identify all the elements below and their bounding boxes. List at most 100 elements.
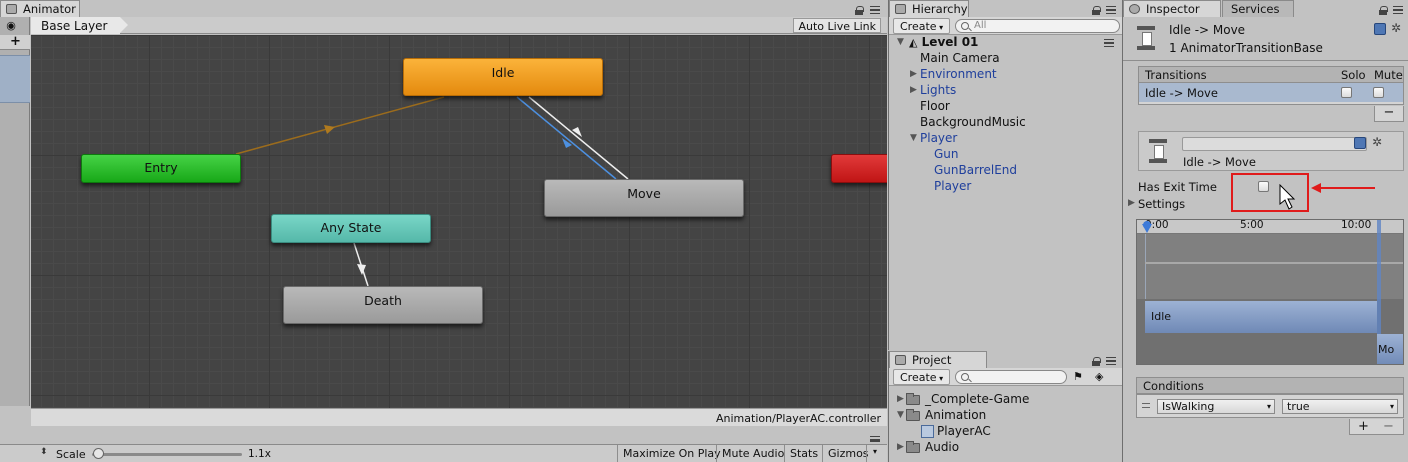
expand-arrow-icon[interactable]: ▶ [897,394,904,404]
lock-icon[interactable] [1379,6,1388,15]
mute-audio-button[interactable]: Mute Audio [716,445,789,462]
transition-curve [1145,262,1403,264]
drag-handle-icon[interactable] [1142,403,1150,408]
create-button[interactable]: Create [893,369,951,385]
hierarchy-item[interactable]: ▶ Environment [910,67,997,83]
scene-row[interactable]: ▼ ◭ Level 01 [897,35,979,51]
project-item[interactable]: ▶ Audio [897,440,959,456]
state-node-idle[interactable]: Idle [403,58,603,96]
tab-inspector[interactable]: Inspector [1123,0,1221,17]
maximize-on-play-button[interactable]: Maximize On Play [617,445,726,462]
expand-arrow-icon[interactable]: ▼ [910,133,917,143]
folder-icon [906,409,920,421]
solo-checkbox[interactable] [1341,87,1352,98]
filter-by-type-icon[interactable]: ⚑ [1073,370,1083,383]
project-item-label: PlayerAC [937,424,991,438]
state-node-move[interactable]: Move [544,179,744,217]
create-button[interactable]: Create [893,18,951,34]
hierarchy-item[interactable]: ▶ Lights [910,83,956,99]
state-node-exit[interactable] [831,154,887,183]
animator-icon [6,4,17,14]
hierarchy-window: Hierarchy Create All ▼ ◭ Level 01 Main C… [888,0,1122,350]
playhead-start-marker[interactable] [1141,220,1153,234]
transition-name-field[interactable] [1182,137,1367,151]
stats-button[interactable]: Stats [784,445,823,462]
layer-list-item[interactable] [0,55,30,103]
breadcrumb-base-layer[interactable]: Base Layer [31,17,127,34]
transition-idle-move[interactable] [516,96,617,180]
search-placeholder: All [974,20,987,31]
expand-arrow-icon[interactable]: ▼ [897,410,904,420]
hierarchy-item[interactable]: Main Camera [920,51,1000,67]
condition-parameter-dropdown[interactable]: IsWalking ▾ [1157,399,1275,414]
tab-services[interactable]: Services [1222,0,1294,17]
mute-checkbox[interactable] [1373,87,1384,98]
eye-icon[interactable]: ◉ [4,20,18,32]
transition-move-idle[interactable] [528,96,629,180]
state-machine-graph[interactable]: Idle Entry Move Any State Death [31,35,887,408]
expand-arrow-icon[interactable]: ▶ [910,85,917,95]
condition-list-footer: + − [1349,419,1404,435]
hierarchy-item[interactable]: Player [934,179,971,195]
search-input[interactable]: All [955,19,1120,33]
hierarchy-item[interactable]: GunBarrelEnd [934,163,1017,179]
transition-icon [1149,139,1167,163]
lock-icon[interactable] [1092,357,1101,366]
timeline-move-clip[interactable]: Mo [1377,334,1403,364]
state-node-entry[interactable]: Entry [81,154,241,183]
scale-slider-thumb[interactable] [93,448,104,459]
gear-icon[interactable]: ✲ [1372,135,1382,149]
hierarchy-item[interactable]: Floor [920,99,950,115]
condition-value-dropdown[interactable]: true ▾ [1282,399,1398,414]
state-node-death[interactable]: Death [283,286,483,324]
tab-project[interactable]: Project [889,351,987,368]
project-item[interactable]: ▶ _Complete-Game [897,392,1029,408]
filter-by-label-icon[interactable]: ◈ [1095,370,1103,383]
scale-slider-track[interactable] [92,453,242,456]
condition-value: true [1287,400,1310,413]
panel-menu-icon[interactable] [1106,357,1116,365]
scene-name: Level 01 [921,35,979,49]
condition-row[interactable]: IsWalking ▾ true ▾ [1136,394,1404,418]
project-icon [895,355,906,365]
add-condition-button[interactable]: + [1358,419,1369,434]
transitions-header: Transitions Solo Mute [1138,66,1404,83]
expand-arrow-icon[interactable]: ▶ [897,442,904,452]
hierarchy-item[interactable]: Gun [934,147,959,163]
settings-expand-icon[interactable]: ▶ [1128,198,1135,208]
timeline-idle-clip[interactable]: Idle [1145,301,1377,333]
transition-entry-idle[interactable] [235,96,445,155]
gizmos-dropdown-icon[interactable]: ▾ [866,445,883,462]
lock-icon[interactable] [855,6,864,15]
settings-foldout[interactable]: Settings [1138,197,1185,211]
hierarchy-item[interactable]: BackgroundMusic [920,115,1026,131]
state-node-any-state[interactable]: Any State [271,214,431,243]
project-item[interactable]: ▼ Animation [897,408,986,424]
scale-stepper-icon[interactable]: ⬍ [40,447,48,457]
panel-menu-icon[interactable] [870,6,880,14]
bottom-menu-icon[interactable] [870,436,880,442]
expand-arrow-icon[interactable]: ▼ [897,37,904,47]
project-item[interactable]: PlayerAC [921,424,991,440]
transition-timeline[interactable]: 0:00 5:00 10:00 Idle Mo [1136,219,1404,365]
add-layer-button[interactable]: + [0,35,30,50]
tab-animator[interactable]: Animator [0,0,80,17]
gear-icon[interactable]: ✲ [1391,21,1401,35]
panel-menu-icon[interactable] [1393,6,1403,14]
hierarchy-item-label: Player [920,131,958,145]
auto-live-link-button[interactable]: Auto Live Link [793,18,881,33]
scene-menu-icon[interactable] [1104,39,1114,47]
help-icon[interactable] [1354,137,1366,149]
panel-menu-icon[interactable] [1106,6,1116,14]
remove-transition-button[interactable]: − [1374,106,1404,122]
help-icon[interactable] [1374,23,1386,35]
divider [1123,60,1408,61]
hierarchy-item[interactable]: ▼ Player [910,131,958,147]
expand-arrow-icon[interactable]: ▶ [910,69,917,79]
transition-list-row[interactable]: Idle -> Move [1139,83,1403,102]
remove-condition-button[interactable]: − [1383,419,1394,434]
tab-hierarchy[interactable]: Hierarchy [889,0,969,17]
lock-icon[interactable] [1092,6,1101,15]
search-input[interactable] [955,370,1067,384]
highlight-arrow [1311,183,1375,193]
